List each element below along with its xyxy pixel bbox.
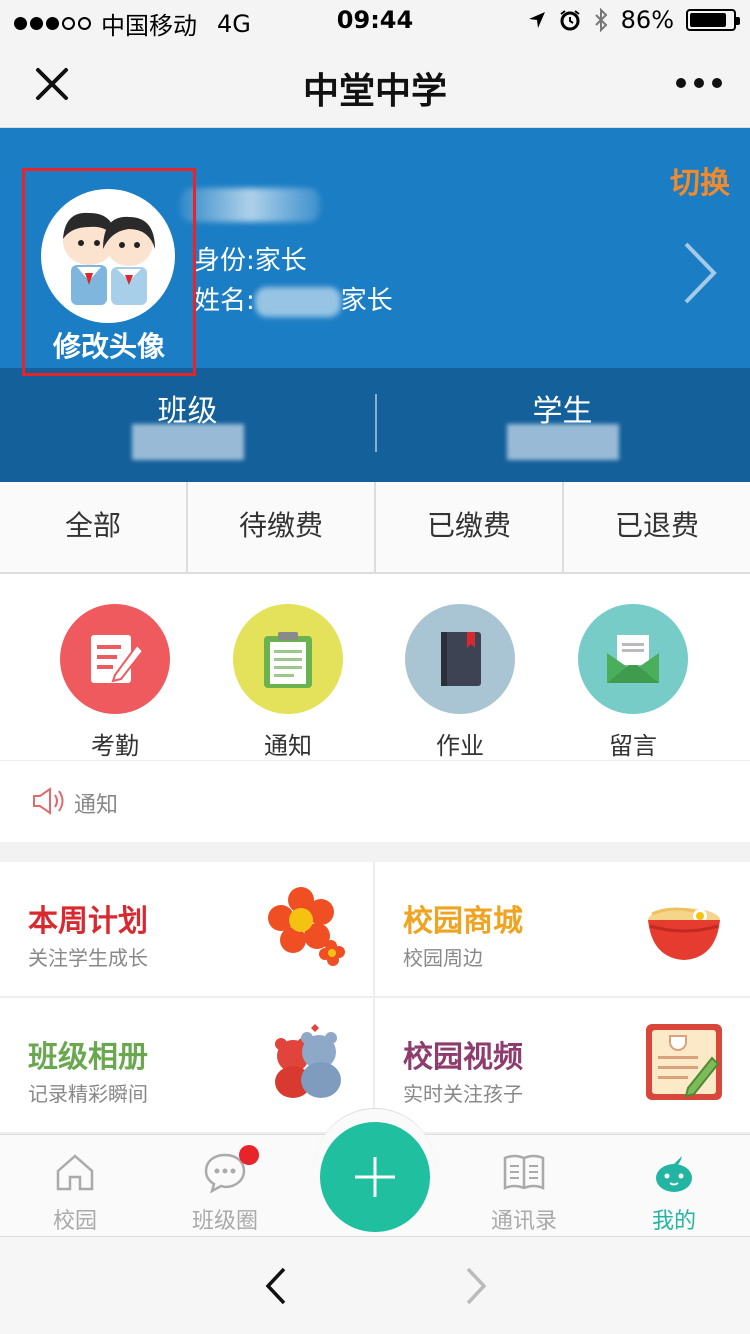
stat-class[interactable]: 班级 bbox=[0, 368, 375, 482]
card-weekly-plan-subtitle: 关注学生成长 bbox=[28, 946, 148, 970]
forward-arrow-icon[interactable] bbox=[460, 1267, 490, 1305]
add-button[interactable] bbox=[320, 1122, 430, 1232]
bluetooth-icon bbox=[594, 8, 608, 32]
nav-bar: 中堂中学 bbox=[0, 40, 750, 128]
card-campus-store-subtitle: 校园周边 bbox=[403, 946, 483, 970]
notification-badge bbox=[239, 1145, 259, 1165]
chat-bubble-icon bbox=[165, 1145, 285, 1195]
stat-student[interactable]: 学生 bbox=[375, 368, 750, 482]
notice-text: 通知 bbox=[74, 793, 119, 818]
browser-nav-bar bbox=[0, 1236, 750, 1334]
card-weekly-plan[interactable]: 本周计划 关注学生成长 bbox=[0, 862, 375, 998]
blurred-student-value bbox=[506, 424, 619, 460]
bears-icon bbox=[275, 1024, 341, 1098]
tab-pending-payment[interactable]: 待缴费 bbox=[188, 482, 376, 572]
blurred-class-value bbox=[131, 424, 244, 460]
battery-percent: 86% bbox=[620, 6, 674, 34]
feature-grid: 考勤 通知 作业 留言 bbox=[0, 574, 750, 760]
notebook-pencil-icon bbox=[646, 1024, 722, 1100]
feature-cards: 本周计划 关注学生成长 校园商城 校园周边 班级相册 记录精彩瞬间 校园视频 实… bbox=[0, 862, 750, 1134]
tabbar-campus-label: 校园 bbox=[52, 1209, 97, 1234]
noodle-bowl-icon bbox=[648, 907, 720, 960]
battery-icon bbox=[686, 9, 740, 31]
back-arrow-icon[interactable] bbox=[262, 1267, 292, 1305]
plus-icon bbox=[355, 1157, 395, 1197]
identity-text: 身份:家长 bbox=[194, 246, 307, 276]
card-weekly-plan-title: 本周计划 bbox=[28, 904, 148, 939]
page-title: 中堂中学 bbox=[302, 71, 447, 112]
class-student-stats: 班级 学生 bbox=[0, 368, 750, 482]
tabbar-class-circle-label: 班级圈 bbox=[191, 1209, 258, 1234]
card-campus-store[interactable]: 校园商城 校园周边 bbox=[375, 862, 750, 998]
grid-item-homework[interactable]: 作业 bbox=[405, 604, 515, 761]
location-arrow-icon bbox=[528, 12, 545, 28]
home-icon bbox=[15, 1149, 135, 1195]
tab-all[interactable]: 全部 bbox=[0, 482, 188, 572]
notice-bar[interactable]: 通知 bbox=[0, 760, 750, 842]
tabbar-campus[interactable]: 校园 bbox=[15, 1149, 135, 1235]
card-campus-video-subtitle: 实时关注孩子 bbox=[403, 1082, 523, 1106]
tab-refunded[interactable]: 已退费 bbox=[564, 482, 750, 572]
name-prefix: 姓名: bbox=[194, 286, 255, 316]
avatar-children-icon bbox=[63, 212, 155, 305]
card-campus-video-title: 校园视频 bbox=[403, 1040, 523, 1075]
speaker-icon bbox=[33, 787, 64, 815]
contacts-book-icon bbox=[464, 1149, 584, 1195]
flower-icon bbox=[268, 887, 345, 966]
card-class-album[interactable]: 班级相册 记录精彩瞬间 bbox=[0, 998, 375, 1134]
chevron-right-icon[interactable] bbox=[680, 240, 720, 306]
blurred-school-info bbox=[180, 188, 320, 222]
status-right: 86% bbox=[527, 6, 740, 34]
profile-header[interactable]: 修改头像 切换 身份:家长 姓名: 家长 bbox=[0, 128, 750, 376]
status-bar: 中国移动 4G 09:44 86% bbox=[0, 0, 750, 40]
attendance-label: 考勤 bbox=[91, 732, 139, 760]
message-label: 留言 bbox=[609, 732, 657, 760]
name-row: 姓名: 家长 bbox=[194, 280, 393, 317]
tabbar-contacts-label: 通讯录 bbox=[490, 1209, 557, 1234]
tabbar-class-circle[interactable]: 班级圈 bbox=[165, 1145, 285, 1235]
switch-button[interactable]: 切换 bbox=[670, 158, 730, 202]
change-avatar-button[interactable]: 修改头像 bbox=[22, 168, 196, 376]
tabbar-mine-label: 我的 bbox=[651, 1209, 696, 1234]
homework-label: 作业 bbox=[436, 732, 484, 760]
more-options-icon[interactable] bbox=[676, 78, 722, 88]
avatar[interactable] bbox=[41, 189, 175, 323]
attendance-icon[interactable] bbox=[60, 604, 170, 714]
notice-label: 通知 bbox=[264, 732, 312, 760]
fee-tabs: 全部 待缴费 已缴费 已退费 bbox=[0, 482, 750, 574]
card-campus-store-title: 校园商城 bbox=[403, 904, 523, 939]
tabbar-contacts[interactable]: 通讯录 bbox=[464, 1149, 584, 1235]
alarm-icon bbox=[560, 10, 580, 31]
grid-item-attendance[interactable]: 考勤 bbox=[60, 604, 170, 761]
card-class-album-title: 班级相册 bbox=[28, 1040, 148, 1075]
name-suffix: 家长 bbox=[340, 286, 393, 316]
blurred-name bbox=[254, 286, 341, 317]
tab-paid[interactable]: 已缴费 bbox=[376, 482, 564, 572]
grid-item-message[interactable]: 留言 bbox=[578, 604, 688, 761]
profile-mascot-icon bbox=[614, 1149, 734, 1195]
notice-clipboard-icon[interactable] bbox=[233, 604, 343, 714]
homework-book-icon[interactable] bbox=[405, 604, 515, 714]
message-envelope-icon[interactable] bbox=[578, 604, 688, 714]
change-avatar-label[interactable]: 修改头像 bbox=[25, 325, 193, 365]
card-class-album-subtitle: 记录精彩瞬间 bbox=[28, 1082, 148, 1106]
grid-item-notice[interactable]: 通知 bbox=[233, 604, 343, 761]
tabbar-mine[interactable]: 我的 bbox=[614, 1149, 734, 1235]
card-campus-video[interactable]: 校园视频 实时关注孩子 bbox=[375, 998, 750, 1134]
